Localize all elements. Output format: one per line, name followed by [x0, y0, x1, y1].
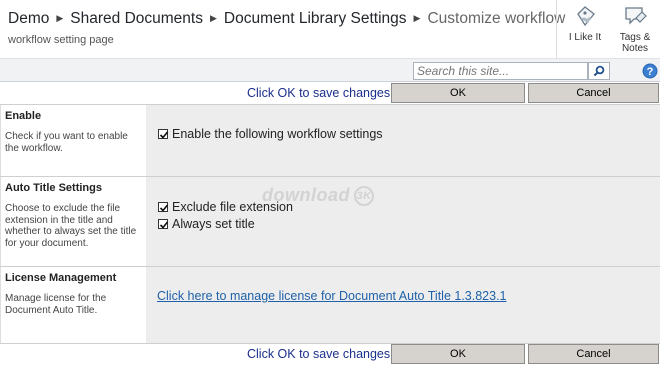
search-button[interactable]	[588, 62, 610, 80]
manage-license-link[interactable]: Click here to manage license for Documen…	[157, 289, 507, 303]
i-like-it-button[interactable]: I Like It	[563, 0, 607, 58]
section-enable-description: Check if you want to enable the workflow…	[5, 131, 128, 154]
ok-button[interactable]: OK	[391, 344, 525, 364]
section-enable-title: Enable	[5, 110, 42, 122]
social-buttons: I Like It Tags & Notes	[556, 0, 660, 58]
title-area: Demo ▶ Shared Documents ▶ Document Library S…	[0, 0, 565, 58]
section-license: License Management Manage license for th…	[0, 266, 660, 344]
save-message: Click OK to save changes	[247, 347, 391, 361]
top-action-bar: Click OK to save changes OK Cancel	[0, 83, 660, 104]
help-icon[interactable]: ?	[642, 63, 658, 79]
breadcrumb-item-library-settings[interactable]: Document Library Settings	[224, 10, 407, 27]
always-set-title-label: Always set title	[172, 217, 255, 231]
section-auto-title-description: Choose to exclude the file extension in …	[5, 203, 137, 249]
section-enable-controls: Enable the following workflow settings	[146, 105, 660, 176]
tags-label-line1: Tags &	[619, 32, 651, 43]
section-auto-title-description-cell: Auto Title Settings Choose to exclude th…	[0, 177, 146, 266]
search-bar: ?	[0, 58, 660, 82]
breadcrumb-item-demo[interactable]: Demo	[8, 10, 49, 27]
section-enable: Enable Check if you want to enable the w…	[0, 104, 660, 176]
tags-notes-button[interactable]: Tags & Notes	[613, 0, 657, 58]
search-input[interactable]	[413, 62, 588, 80]
svg-text:?: ?	[647, 66, 654, 78]
section-license-description: Manage license for the Document Auto Tit…	[5, 293, 107, 316]
page-subtitle: workflow setting page	[8, 34, 114, 46]
checkbox-checked-icon[interactable]	[158, 219, 169, 229]
like-label: I Like It	[568, 32, 602, 43]
breadcrumb-separator-icon: ▶	[56, 13, 64, 23]
section-license-title: License Management	[5, 272, 117, 284]
section-license-description-cell: License Management Manage license for th…	[0, 267, 146, 343]
exclude-extension-label: Exclude file extension	[172, 200, 293, 214]
exclude-extension-checkbox-row[interactable]: Exclude file extension	[158, 200, 293, 214]
breadcrumb: Demo ▶ Shared Documents ▶ Document Library S…	[8, 10, 565, 28]
checkbox-checked-icon[interactable]	[158, 202, 169, 212]
breadcrumb-current-page: Customize workflow	[427, 10, 566, 27]
ok-button[interactable]: OK	[391, 83, 525, 103]
breadcrumb-separator-icon: ▶	[413, 13, 421, 23]
breadcrumb-item-shared-documents[interactable]: Shared Documents	[70, 10, 203, 27]
section-enable-description-cell: Enable Check if you want to enable the w…	[0, 105, 146, 176]
save-message: Click OK to save changes	[247, 86, 391, 100]
breadcrumb-separator-icon: ▶	[209, 13, 217, 23]
search-icon	[593, 65, 605, 77]
bottom-action-bar: Click OK to save changes OK Cancel	[0, 344, 660, 365]
cancel-button[interactable]: Cancel	[528, 344, 659, 364]
section-auto-title-controls: download 3K Exclude file extension Always…	[146, 177, 660, 266]
tags-notes-icon	[625, 7, 647, 25]
section-license-controls: Click here to manage license for Documen…	[146, 267, 660, 343]
always-set-title-checkbox-row[interactable]: Always set title	[158, 217, 255, 231]
enable-workflow-label: Enable the following workflow settings	[172, 127, 383, 141]
section-auto-title: Auto Title Settings Choose to exclude th…	[0, 176, 660, 266]
workflow-settings-form: Click OK to save changes OK Cancel Enabl…	[0, 83, 660, 366]
section-auto-title-title: Auto Title Settings	[5, 182, 102, 194]
tags-label-line2: Notes	[621, 43, 649, 54]
checkbox-checked-icon[interactable]	[158, 129, 169, 139]
enable-workflow-checkbox-row[interactable]: Enable the following workflow settings	[158, 127, 383, 141]
cancel-button[interactable]: Cancel	[528, 83, 659, 103]
like-icon	[577, 6, 595, 27]
